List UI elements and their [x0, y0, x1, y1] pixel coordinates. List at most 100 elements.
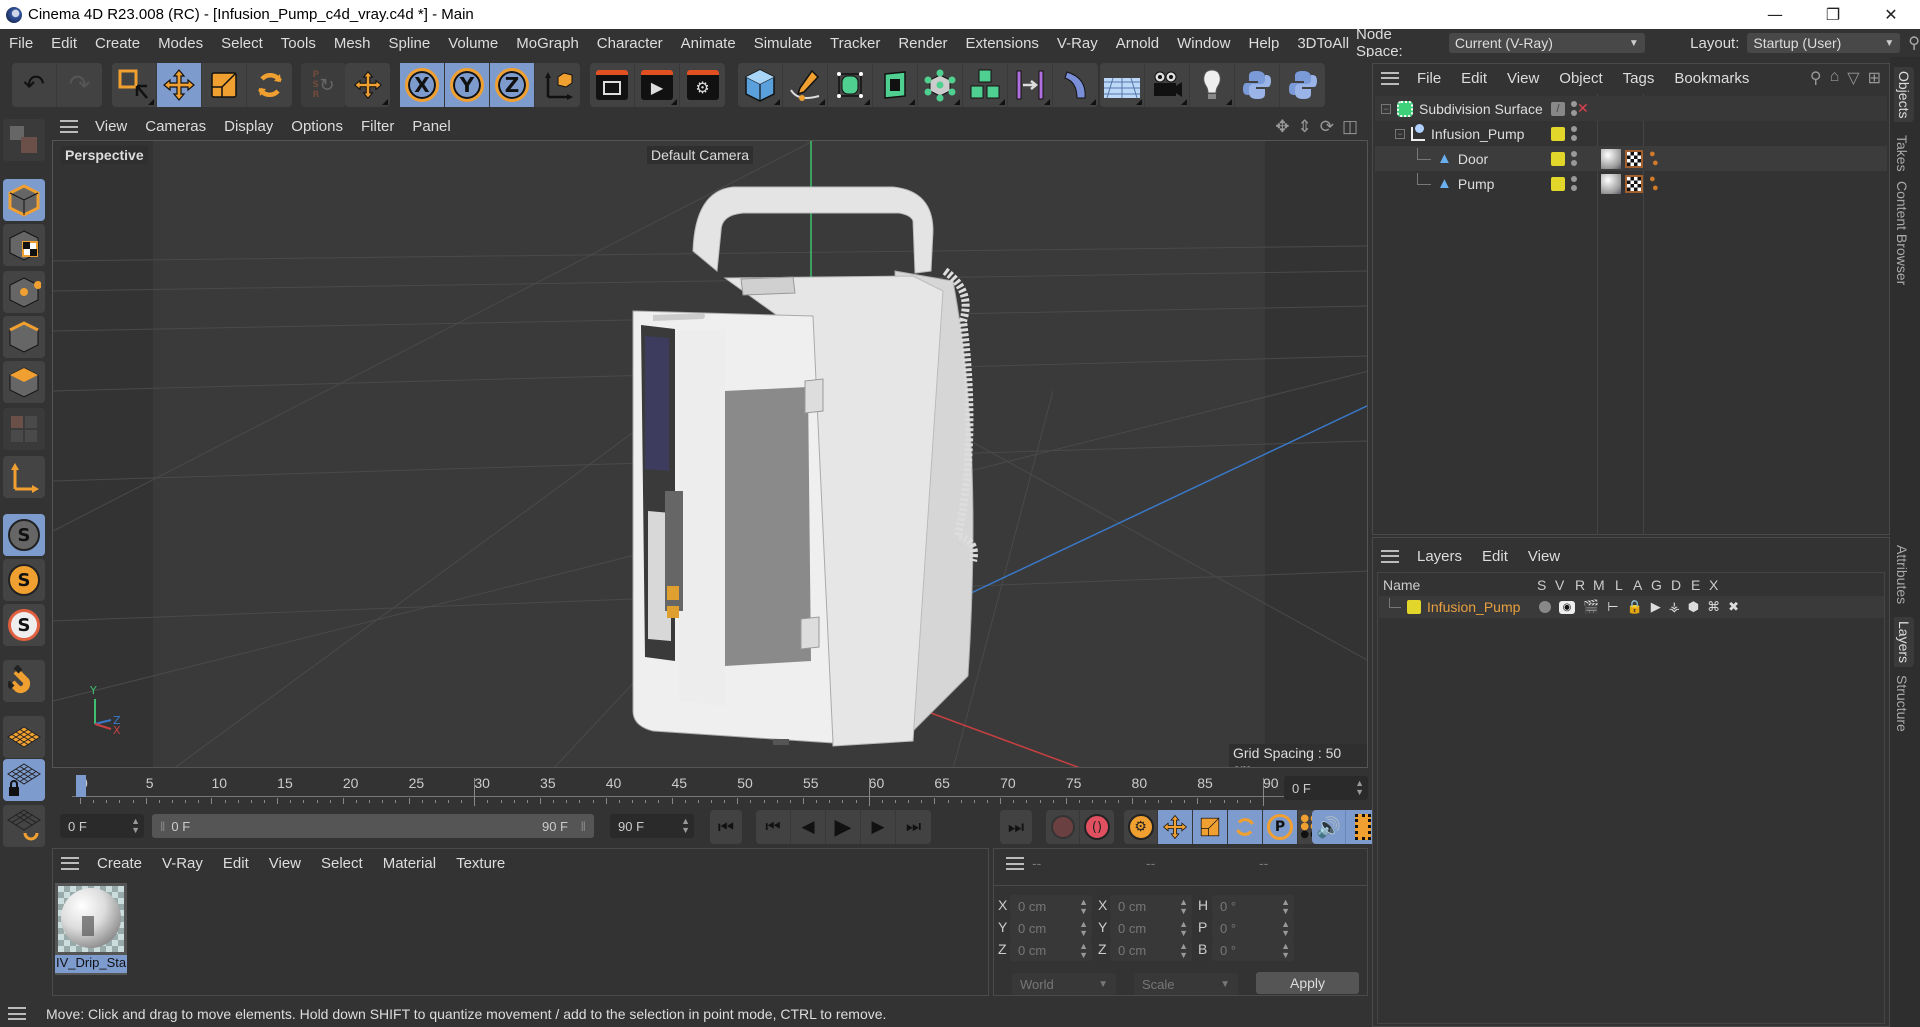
- coordinate-system-button[interactable]: [535, 63, 580, 107]
- collapse-icon[interactable]: −: [1381, 103, 1391, 114]
- current-frame-field[interactable]: 0 F ▲ ▼: [1284, 776, 1368, 800]
- locked-icon[interactable]: 🔒: [1627, 599, 1643, 615]
- spinner-icon[interactable]: ▲ ▼: [681, 817, 690, 835]
- menu-extensions[interactable]: Extensions: [957, 35, 1048, 52]
- menu-modes[interactable]: Modes: [149, 35, 212, 52]
- spinner-icon[interactable]: ▲ ▼: [1281, 920, 1290, 938]
- vray-tag-icon[interactable]: ● ●: [1649, 148, 1659, 168]
- layer-column-e[interactable]: E: [1691, 577, 1700, 593]
- status-hamburger-icon[interactable]: [8, 1007, 26, 1020]
- polygon-mode-button[interactable]: [3, 361, 45, 403]
- menu-select[interactable]: Select: [212, 35, 272, 52]
- viewport-menu-panel[interactable]: Panel: [403, 118, 459, 135]
- layer-column-x[interactable]: X: [1709, 577, 1718, 593]
- record-keys-button[interactable]: (): [1080, 810, 1114, 844]
- menu-edit[interactable]: Edit: [42, 35, 86, 52]
- layers-hamburger-icon[interactable]: [1381, 549, 1399, 563]
- material-menu-create[interactable]: Create: [87, 855, 152, 872]
- collapse-icon[interactable]: −: [1395, 128, 1405, 139]
- viewport-zoom-icon[interactable]: ⇕: [1297, 117, 1311, 137]
- layer-column-d[interactable]: D: [1671, 577, 1681, 593]
- menu-help[interactable]: Help: [1239, 35, 1288, 52]
- planar-workplane-button[interactable]: [3, 805, 45, 847]
- apply-button[interactable]: Apply: [1256, 972, 1359, 994]
- tab-objects[interactable]: Objects: [1894, 67, 1914, 123]
- solo-button[interactable]: S: [3, 559, 45, 601]
- layer-color-swatch[interactable]: [1551, 176, 1565, 191]
- uvw-tag-icon[interactable]: [1625, 149, 1643, 168]
- expressions-python-icon[interactable]: ⌘: [1707, 599, 1720, 615]
- filter-icon[interactable]: ▽: [1847, 68, 1859, 88]
- uv-mode-button[interactable]: [3, 408, 45, 450]
- move-tool-button[interactable]: [157, 63, 202, 107]
- layer-name[interactable]: Infusion_Pump: [1427, 599, 1520, 615]
- model-mode-button[interactable]: [3, 179, 45, 221]
- material-swatch[interactable]: IV_Drip_Star: [55, 883, 127, 975]
- objects-menu-view[interactable]: View: [1497, 70, 1549, 87]
- tab-attributes[interactable]: Attributes: [1894, 545, 1910, 604]
- layer-color-swatch[interactable]: [1407, 600, 1421, 614]
- solo-off-button[interactable]: S: [3, 514, 45, 556]
- active-camera-label[interactable]: Default Camera: [647, 146, 754, 164]
- workplane-button[interactable]: [3, 716, 45, 758]
- material-tag-icon[interactable]: [1601, 173, 1621, 194]
- point-mode-button[interactable]: [3, 271, 45, 313]
- menu-tools[interactable]: Tools: [272, 35, 325, 52]
- layer-column-g[interactable]: G: [1651, 577, 1662, 593]
- pen-button[interactable]: [783, 63, 828, 107]
- spinner-icon[interactable]: ▲ ▼: [1179, 920, 1188, 938]
- render-settings-button[interactable]: ⚙: [680, 63, 725, 107]
- layer-row-infusion-pump[interactable]: Infusion_Pump ◉ 🎬 ⊢ 🔒 ▶ ⚶ ⬢ ⌘ ✖: [1379, 596, 1884, 618]
- layer-column-v[interactable]: V: [1555, 577, 1564, 593]
- python-generator-button[interactable]: [1280, 63, 1325, 107]
- y-axis-button[interactable]: Y: [445, 63, 490, 107]
- viewport-menu-filter[interactable]: Filter: [352, 118, 403, 135]
- coordinate-mode-dropdown[interactable]: Scale ▼: [1134, 973, 1238, 995]
- coord-value-field[interactable]: 0 cm ▲ ▼: [1110, 939, 1192, 961]
- minimize-button[interactable]: —: [1746, 0, 1804, 29]
- menu-render[interactable]: Render: [889, 35, 956, 52]
- xrefs-icon[interactable]: ✖: [1728, 599, 1739, 615]
- objects-menu-edit[interactable]: Edit: [1451, 70, 1497, 87]
- layers-menu-view[interactable]: View: [1518, 548, 1570, 565]
- material-tag-icon[interactable]: [1601, 148, 1621, 169]
- material-menu-select[interactable]: Select: [311, 855, 373, 872]
- coord-value-field[interactable]: 0 cm ▲ ▼: [1010, 917, 1092, 939]
- light-button[interactable]: [1190, 63, 1235, 107]
- floor-button[interactable]: [1100, 63, 1145, 107]
- viewport-menu-cameras[interactable]: Cameras: [136, 118, 215, 135]
- tab-structure[interactable]: Structure: [1894, 675, 1910, 732]
- object-row-infusion-pump[interactable]: − Infusion_Pump: [1375, 121, 1887, 146]
- camera-button[interactable]: [1145, 63, 1190, 107]
- enable-checkbox-icon[interactable]: /: [1551, 101, 1565, 116]
- sound-button[interactable]: 🔊: [1312, 810, 1346, 844]
- spinner-icon[interactable]: ▲ ▼: [1355, 779, 1364, 797]
- layer-column-s[interactable]: S: [1537, 577, 1546, 593]
- menu-3dtoall[interactable]: 3DToAll: [1288, 35, 1358, 52]
- search-icon[interactable]: ⚲: [1810, 68, 1822, 88]
- home-icon[interactable]: ⌂: [1830, 68, 1840, 88]
- mograph-fracture-button[interactable]: [963, 63, 1008, 107]
- coord-value-field[interactable]: 0 cm ▲ ▼: [1010, 939, 1092, 961]
- close-button[interactable]: ✕: [1862, 0, 1920, 29]
- tab-content-browser[interactable]: Content Browser: [1894, 181, 1910, 285]
- z-axis-button[interactable]: Z: [490, 63, 535, 107]
- objects-menu-object[interactable]: Object: [1549, 70, 1612, 87]
- coord-value-field[interactable]: 0 cm ▲ ▼: [1110, 895, 1192, 917]
- uvw-tag-icon[interactable]: [1625, 174, 1643, 193]
- menu-vray[interactable]: V-Ray: [1048, 35, 1107, 52]
- node-space-dropdown[interactable]: Current (V-Ray) ▼: [1448, 33, 1645, 53]
- solo-hierarchy-button[interactable]: S: [3, 604, 45, 646]
- viewport-orbit-icon[interactable]: ⟳: [1320, 117, 1334, 137]
- key-settings-button[interactable]: ⚙: [1124, 810, 1158, 844]
- extrude-button[interactable]: [873, 63, 918, 107]
- spinner-icon[interactable]: ▲ ▼: [1281, 898, 1290, 916]
- menu-create[interactable]: Create: [86, 35, 149, 52]
- key-parameter-button[interactable]: P: [1263, 810, 1298, 844]
- snap-button[interactable]: [3, 660, 45, 702]
- coordinates-hamburger-icon[interactable]: [1006, 857, 1024, 870]
- viewport-menu-display[interactable]: Display: [215, 118, 282, 135]
- search-icon[interactable]: ⚲: [1908, 33, 1920, 53]
- viewport-pan-icon[interactable]: ✥: [1275, 117, 1289, 137]
- goto-end-button[interactable]: ⏭: [1000, 810, 1032, 844]
